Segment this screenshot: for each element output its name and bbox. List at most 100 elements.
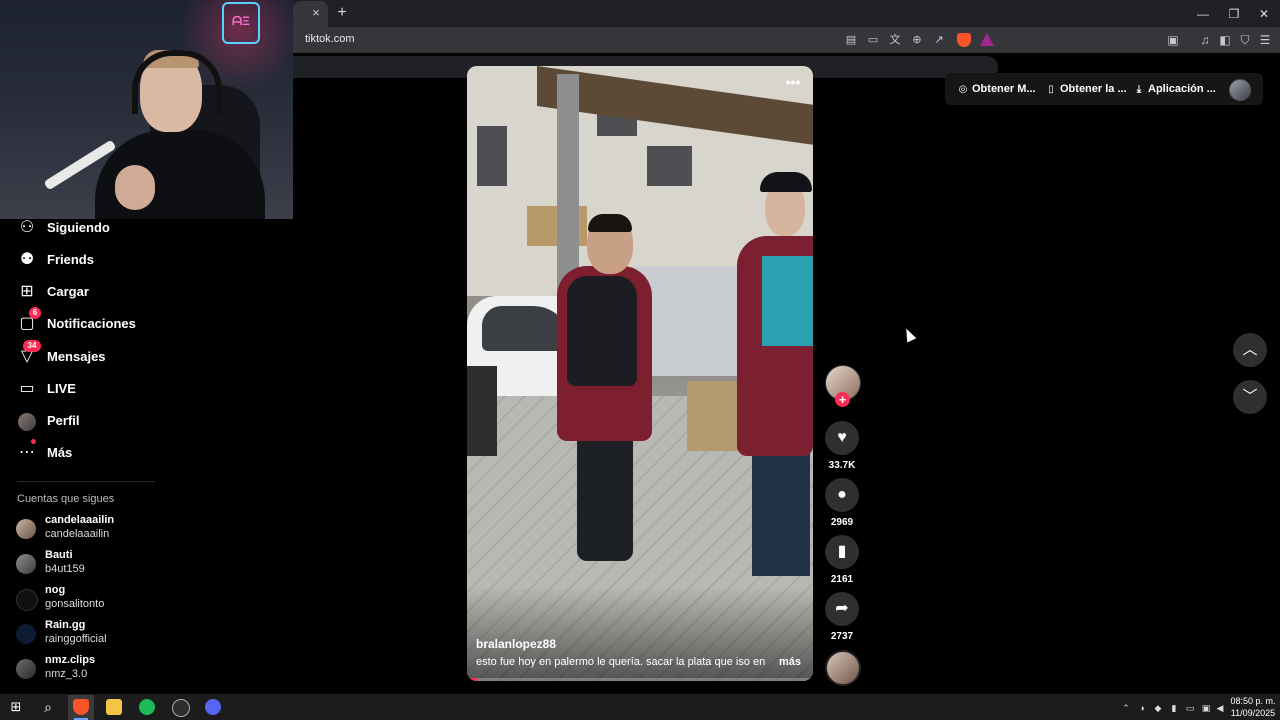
brave-icon xyxy=(73,699,89,715)
like-button[interactable]: ♥ xyxy=(825,421,859,455)
video-player[interactable]: ••• bralanlopez88 esto fue hoy en palerm… xyxy=(467,66,813,681)
save-button[interactable]: ▮ xyxy=(825,535,859,569)
video-trash-bin xyxy=(467,366,497,456)
video-officer-cap xyxy=(760,172,812,192)
previous-video-button[interactable]: ︿ xyxy=(1233,333,1267,367)
sidebar-item-label: Siguiendo xyxy=(47,220,110,235)
account-name: nog xyxy=(45,584,66,596)
translate-icon[interactable]: 文 xyxy=(888,33,902,47)
video-officer-vest xyxy=(762,256,813,346)
share-count: 2737 xyxy=(830,631,854,642)
heart-icon: ♥ xyxy=(837,429,847,446)
sidebar-divider xyxy=(17,481,155,482)
account-name: Bauti xyxy=(45,549,73,561)
tray-app-icon[interactable]: ◆ xyxy=(1152,702,1164,714)
new-tab-button[interactable]: + xyxy=(334,5,350,21)
close-window-button[interactable]: ✕ xyxy=(1256,6,1272,22)
notification-badge: 6 xyxy=(29,307,41,319)
friends-icon: ⚉ xyxy=(19,251,35,268)
video-officer-vest xyxy=(567,276,637,386)
account-name: Rain.gg xyxy=(45,619,86,631)
video-author[interactable]: bralanlopez88 xyxy=(476,637,556,651)
following-account[interactable]: nmz.clips nmz_3.0 xyxy=(16,654,216,682)
windows-taskbar xyxy=(0,694,1280,720)
headset xyxy=(132,50,222,114)
restore-button[interactable]: ❐ xyxy=(1226,6,1242,22)
taskbar-file-explorer[interactable] xyxy=(103,696,125,718)
tray-display-icon[interactable]: ▭ xyxy=(1184,702,1196,714)
minimize-button[interactable]: — xyxy=(1195,6,1211,22)
folder-icon xyxy=(106,699,122,715)
caption-more-link[interactable]: más xyxy=(779,656,801,668)
brave-shields-icon[interactable] xyxy=(957,33,971,47)
video-officer-legs xyxy=(752,446,810,576)
share-button[interactable]: ➦ xyxy=(825,592,859,626)
get-coins-button[interactable]: ◎ Obtener M... xyxy=(957,83,1036,97)
user-avatar[interactable] xyxy=(1229,79,1251,101)
following-account[interactable]: Rain.gg rainggofficial xyxy=(16,619,216,647)
vpn-shield-icon[interactable]: ⛉ xyxy=(1238,33,1252,47)
follow-button[interactable]: + xyxy=(835,392,850,407)
menu-icon[interactable]: ☰ xyxy=(1258,33,1272,47)
start-button[interactable]: ⊞ xyxy=(5,696,27,718)
tray-network-icon[interactable]: ▣ xyxy=(1200,702,1212,714)
comment-count: 2969 xyxy=(830,517,854,528)
taskbar-obs[interactable] xyxy=(169,696,191,718)
video-options-icon[interactable]: ••• xyxy=(783,74,803,90)
sidebar-item-label: LIVE xyxy=(47,381,76,396)
get-app-button[interactable]: ▯ Obtener la ... xyxy=(1045,83,1126,97)
tray-mic-icon[interactable]: ▮ xyxy=(1168,702,1180,714)
side-panel-icon[interactable]: ◧ xyxy=(1218,33,1232,47)
reader-mode-icon[interactable]: ▤ xyxy=(844,33,858,47)
tray-volume-icon[interactable]: ◀ xyxy=(1214,702,1226,714)
taskbar-discord[interactable] xyxy=(202,696,224,718)
following-account[interactable]: candelaaailin candelaaailin xyxy=(16,514,216,542)
cast-icon[interactable]: ▭ xyxy=(866,33,880,47)
sidebar-panel-icon[interactable]: ▣ xyxy=(1166,33,1180,47)
url-text[interactable]: tiktok.com xyxy=(305,33,355,45)
brave-rewards-icon[interactable] xyxy=(980,33,994,46)
sidebar-item-label: Mensajes xyxy=(47,349,106,364)
taskbar-spotify[interactable] xyxy=(136,696,158,718)
comment-icon: ● xyxy=(837,486,847,503)
music-disc[interactable] xyxy=(825,650,861,686)
video-progress-fill xyxy=(467,678,478,681)
media-icon[interactable]: ♫ xyxy=(1198,33,1212,47)
webcam-overlay: ᗩΞ xyxy=(0,0,293,219)
upload-plus-icon: ⊞ xyxy=(20,283,34,300)
zoom-icon[interactable]: ⊕ xyxy=(910,33,924,47)
chevron-up-icon: ︿ xyxy=(1242,341,1258,358)
share-arrow-icon: ➦ xyxy=(835,600,849,617)
account-name: nmz.clips xyxy=(45,654,96,666)
search-button[interactable]: ⌕ xyxy=(37,696,59,718)
account-handle: candelaaailin xyxy=(45,528,110,540)
next-video-button[interactable]: ﹀ xyxy=(1233,380,1267,414)
video-progress-bar[interactable] xyxy=(467,678,813,681)
video-window xyxy=(647,146,692,186)
live-tv-icon: ▭ xyxy=(19,380,35,397)
obs-icon xyxy=(172,699,190,717)
comment-button[interactable]: ● xyxy=(825,478,859,512)
tray-steam-icon[interactable]: ◑ xyxy=(1136,702,1148,714)
spotify-icon xyxy=(139,699,155,715)
share-icon[interactable]: ↗ xyxy=(932,33,946,47)
windows-logo-icon: ⊞ xyxy=(10,699,22,714)
mouse-cursor xyxy=(901,326,917,343)
following-account[interactable]: Bauti b4ut159 xyxy=(16,549,216,577)
taskbar-brave[interactable] xyxy=(70,696,92,718)
user-follow-icon: ⚇ xyxy=(19,219,35,236)
account-handle: nmz_3.0 xyxy=(45,668,88,680)
tray-expand-icon[interactable]: ⌃ xyxy=(1120,702,1132,714)
tab-close-icon[interactable]: × xyxy=(309,6,323,20)
account-avatar xyxy=(16,624,36,644)
like-count: 33.7K xyxy=(828,460,856,471)
sidebar-item-label: Friends xyxy=(47,252,94,267)
taskbar-time[interactable]: 08:50 p. m. xyxy=(1228,696,1278,706)
following-account[interactable]: nog gonsalitonto xyxy=(16,584,216,612)
streamer-hand xyxy=(115,165,155,210)
account-handle: gonsalitonto xyxy=(45,598,105,610)
desktop-app-button[interactable]: ⤓ Aplicación ... xyxy=(1133,83,1216,97)
more-dot-badge xyxy=(31,439,36,444)
taskbar-date[interactable]: 11/09/2025 xyxy=(1228,708,1278,718)
account-handle: b4ut159 xyxy=(45,563,85,575)
